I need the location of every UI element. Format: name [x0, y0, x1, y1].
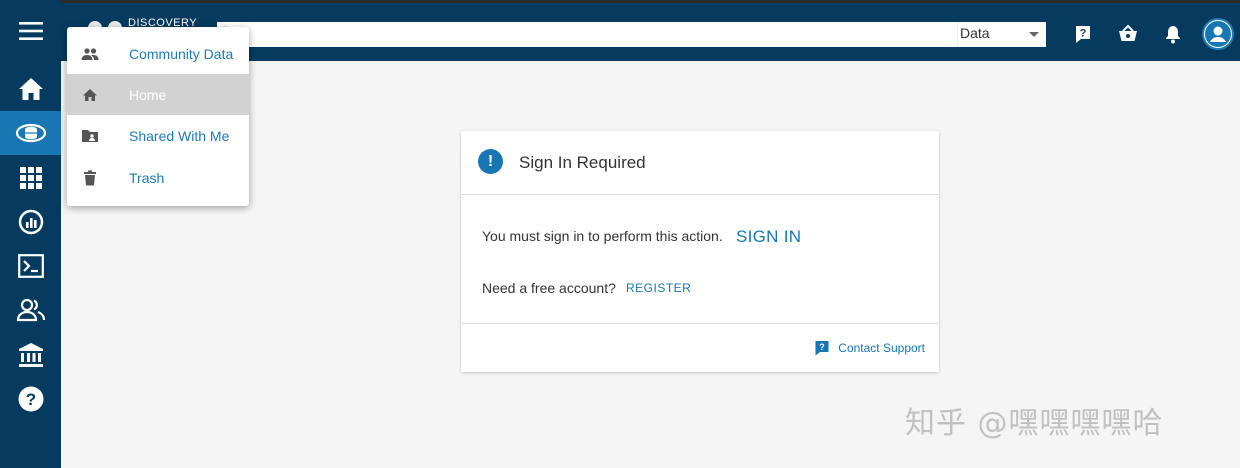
sign-in-message: You must sign in to perform this action.: [482, 228, 723, 244]
menu-item-label: Home: [129, 86, 167, 103]
free-account-text: Need a free account?: [482, 280, 616, 296]
help-icon: ?: [18, 386, 43, 412]
card-header: ! Sign In Required: [461, 131, 939, 195]
card-title: Sign In Required: [519, 153, 646, 172]
account-icon: [1204, 21, 1231, 47]
data-icon: [15, 123, 46, 143]
svg-text:?: ?: [820, 342, 826, 352]
sidebar-item-help[interactable]: ?: [0, 377, 61, 421]
menu-item-shared-with-me[interactable]: Shared With Me: [67, 115, 249, 156]
contact-support-link[interactable]: ? Contact Support: [814, 340, 925, 356]
bell-icon: [1165, 26, 1180, 44]
notifications-button[interactable]: [1150, 15, 1195, 53]
home-icon: [81, 86, 99, 104]
scope-select-value: Data: [960, 25, 990, 41]
sidebar-item-home[interactable]: [0, 67, 61, 111]
sign-in-link[interactable]: SIGN IN: [736, 227, 801, 247]
card-body: You must sign in to perform this action.…: [461, 196, 939, 324]
shared-folder-icon: [81, 127, 99, 145]
svg-text:?: ?: [25, 390, 35, 409]
contact-support-label: Contact Support: [838, 341, 925, 355]
help-button[interactable]: ?: [1060, 15, 1105, 53]
chevron-down-icon: [1029, 32, 1039, 37]
search-input[interactable]: [239, 22, 939, 47]
sidebar-item-analyses[interactable]: [0, 200, 61, 244]
home-icon: [18, 78, 43, 100]
sidebar-item-apps[interactable]: [0, 156, 61, 200]
account-button[interactable]: [1195, 15, 1240, 53]
analytics-icon: [18, 209, 43, 235]
svg-text:?: ?: [1079, 28, 1086, 40]
top-actions: ?: [1060, 15, 1240, 53]
trash-icon: [81, 169, 99, 187]
data-menu: Community Data Home Shared With Me Trash: [67, 27, 249, 206]
menu-button[interactable]: [0, 3, 61, 58]
sidebar-item-teams[interactable]: [0, 288, 61, 332]
menu-item-community-data[interactable]: Community Data: [67, 33, 249, 74]
register-link[interactable]: REGISTER: [626, 281, 691, 295]
terminal-icon: [17, 254, 44, 278]
card-footer: ? Contact Support: [461, 325, 939, 372]
menu-item-label: Community Data: [129, 45, 234, 62]
hamburger-icon: [18, 21, 43, 40]
support-icon: ?: [815, 341, 829, 356]
cart-icon: [1118, 24, 1137, 41]
help-icon: ?: [1075, 26, 1090, 43]
sidebar-item-institution[interactable]: [0, 333, 61, 377]
sidebar: ?: [0, 0, 61, 468]
cart-button[interactable]: [1105, 15, 1150, 53]
avatar: [1201, 18, 1234, 50]
watermark: 知乎 @嘿嘿嘿嘿哈: [905, 406, 1164, 441]
teams-icon: [16, 298, 45, 322]
apps-icon: [19, 167, 42, 189]
institution-icon: [18, 343, 43, 367]
menu-item-home[interactable]: Home: [67, 74, 249, 115]
sign-in-card: ! Sign In Required You must sign in to p…: [461, 131, 939, 372]
alert-icon: !: [478, 149, 503, 174]
menu-item-trash[interactable]: Trash: [67, 157, 249, 198]
sidebar-item-data[interactable]: [0, 111, 61, 155]
sidebar-item-terminal[interactable]: [0, 244, 61, 288]
scope-select[interactable]: Data: [957, 22, 1046, 47]
menu-item-label: Trash: [129, 169, 165, 186]
people-icon: [81, 45, 99, 63]
search-bar: Data: [217, 22, 1046, 47]
menu-item-label: Shared With Me: [129, 127, 230, 144]
